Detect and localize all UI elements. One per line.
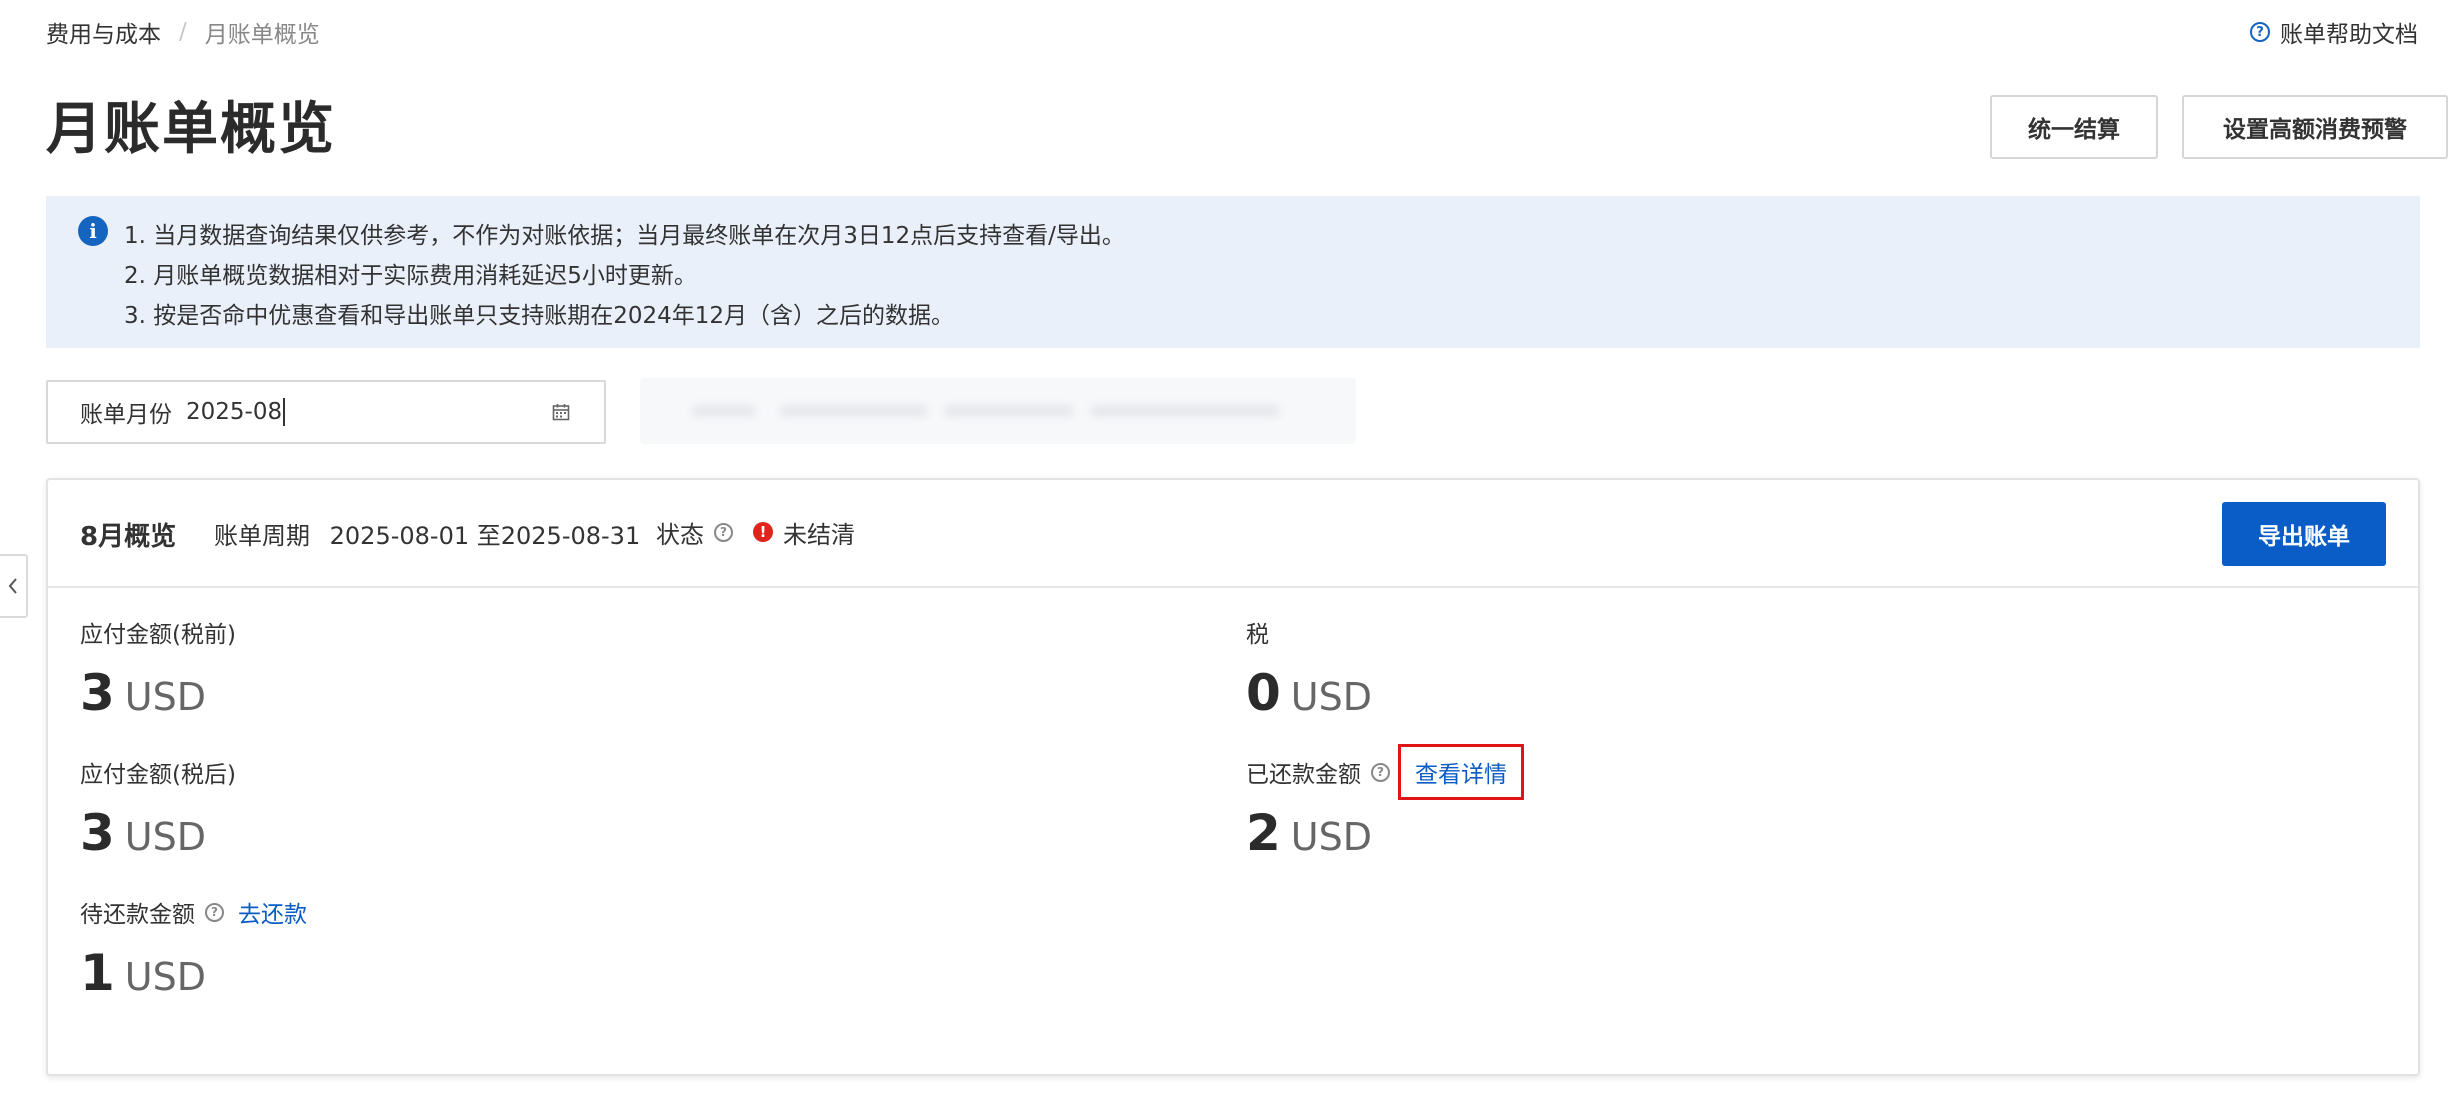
notice-line-3: 3. 按是否命中优惠查看和导出账单只支持账期在2024年12月（含）之后的数据。	[124, 303, 955, 329]
pending-unit: USD	[124, 955, 206, 999]
bill-month-value[interactable]: 2025-08	[186, 399, 282, 425]
pending-amount: 1 USD	[80, 944, 206, 1002]
help-doc-label: 账单帮助文档	[2280, 22, 2418, 48]
question-circle-icon[interactable]: ?	[714, 522, 733, 542]
paid-unit: USD	[1290, 815, 1372, 859]
aftertax-value: 3	[80, 804, 115, 862]
question-circle-icon[interactable]: ?	[1371, 762, 1390, 782]
view-details-link[interactable]: 查看详情	[1398, 744, 1524, 800]
help-circle-icon: ?	[2250, 22, 2270, 42]
status-label: 状态	[656, 520, 704, 549]
notice-line-1: 1. 当月数据查询结果仅供参考，不作为对账依据；当月最终账单在次月3日12点后支…	[124, 223, 1125, 249]
chevron-left-icon	[8, 578, 17, 594]
unified-settlement-button[interactable]: 统一结算	[1990, 95, 2158, 159]
pending-label: 待还款金额	[80, 902, 195, 928]
help-doc-link[interactable]: ? 账单帮助文档	[2250, 14, 2418, 50]
overview-header: 8月概览 账单周期 2025-08-01 至2025-08-31 状态 ? ! …	[48, 480, 2418, 588]
bill-month-text: 账单月份 2025-08	[80, 382, 286, 442]
collapse-sidebar-button[interactable]	[0, 554, 28, 618]
blurred-text-block	[1090, 405, 1280, 417]
paid-amount: 2 USD	[1246, 804, 1372, 862]
pending-label-row: 待还款金额 ? 去还款	[80, 896, 307, 928]
paid-label-row: 已还款金额 ? 查看详情	[1246, 740, 1524, 804]
tax-unit: USD	[1290, 675, 1372, 719]
pretax-label: 应付金额(税前)	[80, 622, 236, 648]
export-bill-button[interactable]: 导出账单	[2222, 502, 2386, 566]
tax-amount: 0 USD	[1246, 664, 1372, 722]
pretax-value: 3	[80, 664, 115, 722]
blurred-text-block	[780, 405, 928, 417]
tax-value: 0	[1246, 664, 1281, 722]
notice-line-2: 2. 月账单概览数据相对于实际费用消耗延迟5小时更新。	[124, 263, 697, 289]
bill-period-label: 账单周期	[214, 522, 310, 550]
text-cursor	[283, 398, 286, 426]
status-value: 未结清	[783, 520, 855, 549]
month-overview-card: 8月概览 账单周期 2025-08-01 至2025-08-31 状态 ? ! …	[46, 478, 2420, 1076]
question-circle-icon[interactable]: ?	[205, 902, 224, 922]
blurred-filter-field[interactable]	[640, 378, 1356, 444]
bill-period: 账单周期 2025-08-01 至2025-08-31	[214, 516, 640, 551]
pending-value: 1	[80, 944, 115, 1002]
pretax-unit: USD	[124, 675, 206, 719]
go-repay-link[interactable]: 去还款	[238, 895, 307, 929]
aftertax-label: 应付金额(税后)	[80, 762, 236, 788]
page-title: 月账单概览	[46, 97, 336, 162]
aftertax-amount: 3 USD	[80, 804, 206, 862]
high-spend-alert-button[interactable]: 设置高额消费预警	[2182, 95, 2448, 159]
aftertax-unit: USD	[124, 815, 206, 859]
breadcrumb-parent[interactable]: 费用与成本	[46, 15, 161, 49]
blurred-text-block	[944, 405, 1074, 417]
paid-value: 2	[1246, 804, 1281, 862]
tax-label: 税	[1246, 622, 1269, 648]
unsettled-alert-icon: !	[753, 522, 773, 542]
bill-month-label: 账单月份	[80, 402, 172, 428]
overview-title: 8月概览	[80, 522, 177, 552]
breadcrumb: 费用与成本 / 月账单概览	[46, 14, 320, 50]
bill-status: 状态 ? ! 未结清	[656, 516, 855, 549]
calendar-icon[interactable]	[552, 403, 570, 421]
bill-period-value: 2025-08-01 至2025-08-31	[329, 522, 641, 550]
pretax-amount: 3 USD	[80, 664, 206, 722]
bill-month-picker[interactable]: 账单月份 2025-08	[46, 380, 606, 444]
blurred-text-block	[692, 405, 756, 417]
info-notice: i 1. 当月数据查询结果仅供参考，不作为对账依据；当月最终账单在次月3日12点…	[46, 196, 2420, 348]
breadcrumb-separator: /	[179, 19, 187, 45]
info-icon: i	[78, 216, 108, 246]
paid-label: 已还款金额	[1246, 762, 1361, 788]
breadcrumb-current: 月账单概览	[204, 22, 320, 48]
